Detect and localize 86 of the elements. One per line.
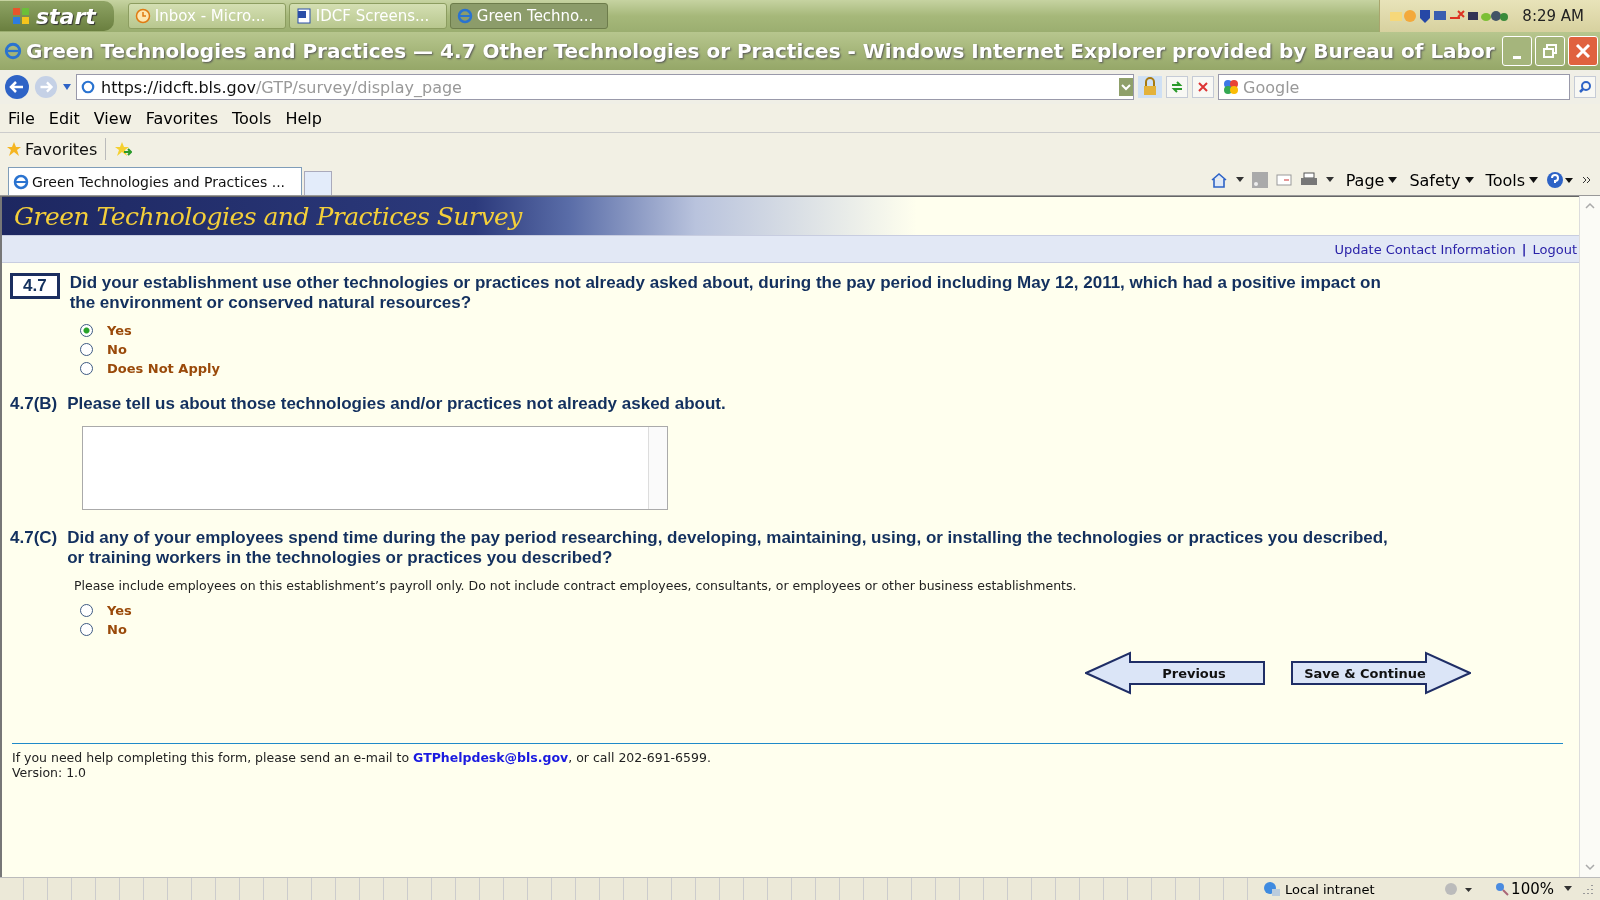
menu-item[interactable]: File (8, 108, 35, 128)
radio-button[interactable] (80, 604, 93, 617)
caret-icon (1529, 177, 1538, 183)
radio-option[interactable]: Yes (80, 603, 132, 618)
menu-item[interactable]: Edit (48, 108, 80, 128)
browser-icon (4, 42, 22, 60)
home-icon[interactable] (1209, 172, 1228, 188)
caret-icon[interactable] (1564, 886, 1572, 892)
minimize-button[interactable] (1502, 36, 1532, 66)
close-button[interactable] (1568, 36, 1598, 66)
browser-tab[interactable]: Green Technologies and Practices ... (8, 167, 302, 195)
question-number: 4.7(C) (10, 528, 58, 548)
clock: 8:29 AM (1522, 7, 1584, 25)
radio-button[interactable] (80, 362, 93, 375)
address-field[interactable]: https://idcft.bls.gov/GTP/survey/display_page (76, 74, 1134, 100)
magnifier-icon (1495, 882, 1510, 896)
menu-item[interactable]: Tools (232, 108, 272, 128)
caret-icon[interactable] (1325, 177, 1334, 183)
caret-icon (1464, 177, 1474, 183)
previous-button[interactable]: Previous (1085, 651, 1267, 695)
answer-box[interactable] (82, 426, 668, 510)
question-note: Please include employees on this establishment’s payroll only. Do not include contract employees, consultants, or employees or other business establishments. (73, 577, 1078, 593)
command-menu[interactable]: Tools (1485, 170, 1538, 190)
scrollbar[interactable] (1579, 196, 1600, 877)
menu-item[interactable]: View (93, 108, 132, 128)
save-continue-button[interactable]: Save & Continue (1289, 651, 1471, 695)
help-icon[interactable] (1546, 171, 1574, 189)
question-text: Did any of your employees spend time during the pay period researching, developing, maintaining, using, or installing the technologies or practices you described, or training workers in the technologies or practices you described? (67, 528, 1389, 568)
close-icon (1197, 81, 1209, 93)
stop-button[interactable] (1192, 76, 1214, 98)
document-icon (295, 8, 312, 24)
add-favorite-icon[interactable] (114, 141, 133, 157)
menu-item[interactable]: Help (285, 108, 322, 128)
scrollbar[interactable] (648, 427, 667, 509)
search-button[interactable] (1574, 76, 1596, 98)
browser-icon (456, 8, 473, 24)
help-text: If you need help completing this form, please send an e-mail to GTPhelpdesk@bls.gov, or call 202-691-6599. (12, 750, 712, 765)
favorites-button[interactable]: Favorites (6, 139, 98, 159)
caret-icon (1388, 177, 1398, 183)
browser-icon (13, 173, 29, 190)
security-zone: Local intranet (1263, 881, 1434, 897)
radio-option[interactable]: No (80, 622, 127, 637)
page-icon (81, 80, 95, 94)
start-button[interactable]: start (0, 1, 114, 31)
link-separator: | (1521, 241, 1527, 257)
windows-logo-icon (12, 7, 30, 25)
refresh-button[interactable] (1166, 76, 1188, 98)
resize-grip-icon[interactable] (1582, 883, 1594, 895)
logout-link[interactable]: Logout (1532, 241, 1577, 257)
search-icon (1578, 80, 1592, 94)
search-field[interactable]: Google (1218, 74, 1570, 100)
command-menu[interactable]: Page (1345, 170, 1398, 190)
print-icon[interactable] (1299, 172, 1318, 188)
minimize-icon (1513, 55, 1521, 59)
radio-option[interactable]: No (80, 342, 127, 357)
question-text: Did your establishment use other technologies or practices not already asked about, during the pay period including May 12, 2011, which had a positive impact on the environment or conserved natural resources? (69, 273, 1382, 313)
radio-button[interactable] (80, 623, 93, 636)
question-number: 4.7(B) (10, 394, 58, 414)
question-number: 4.7 (10, 273, 60, 299)
back-button[interactable] (4, 74, 30, 100)
window-title: Green Technologies and Practices — 4.7 Other Technologies or Practices - Windows Internet Explorer provided by Bureau of Labor (26, 39, 1496, 63)
radio-button[interactable] (80, 343, 93, 356)
zoom-level[interactable]: 100% (1495, 880, 1554, 898)
radio-option[interactable]: Yes (80, 323, 132, 338)
update-contact-link[interactable]: Update Contact Information (1334, 241, 1516, 257)
menu-item[interactable]: Favorites (145, 108, 218, 128)
close-icon (1575, 43, 1591, 59)
more-chevron-icon[interactable] (1582, 176, 1592, 184)
caret-icon[interactable] (1235, 177, 1244, 183)
star-icon (6, 141, 22, 157)
padlock-icon[interactable] (1138, 76, 1162, 98)
question-text: Please tell us about those technologies and/or practices not already asked about. (67, 394, 726, 414)
restore-button[interactable] (1535, 36, 1565, 66)
email-link[interactable]: GTPhelpdesk@bls.gov (413, 750, 569, 765)
refresh-icon (1170, 80, 1184, 94)
version-text: Version: 1.0 (12, 765, 88, 780)
restore-icon (1542, 43, 1558, 59)
clock-icon (134, 8, 151, 24)
dropdown-caret-icon[interactable] (62, 83, 72, 91)
network-globe-icon (1263, 881, 1282, 897)
command-menu[interactable]: Safety (1409, 170, 1474, 190)
radio-button[interactable] (80, 324, 93, 337)
mail-icon[interactable] (1275, 173, 1292, 187)
radio-option[interactable]: Does Not Apply (80, 361, 220, 376)
dropdown-caret-icon[interactable] (1119, 78, 1133, 96)
banner-title: Green Technologies and Practices Survey (14, 201, 522, 231)
